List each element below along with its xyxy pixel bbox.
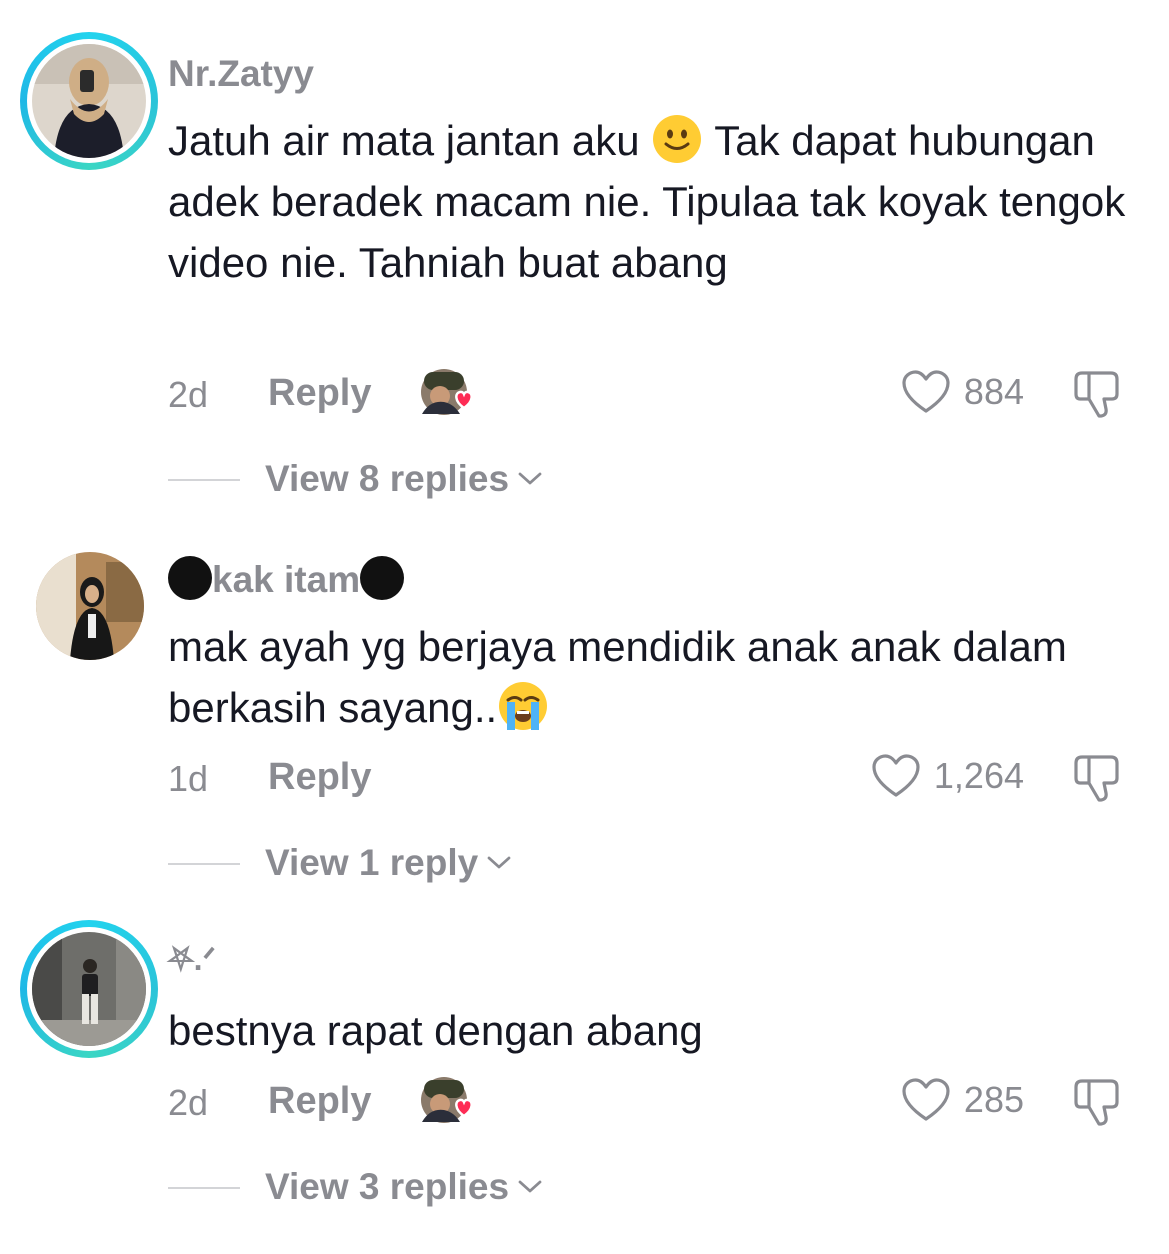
username[interactable]: kak itam [168,556,405,601]
view-replies-button[interactable]: View 1 reply [265,842,512,884]
reply-button[interactable]: Reply [268,756,371,799]
heart-icon [902,1078,950,1121]
dislike-button[interactable] [1071,1076,1123,1128]
chevron-down-icon [518,472,542,485]
view-replies-button[interactable]: View 3 replies [265,1166,543,1208]
username[interactable]: Nr.Zatyy [168,53,314,95]
heart-icon [902,370,950,413]
like-button[interactable]: 884 [902,368,1024,416]
thumbs-down-icon [1074,1079,1119,1126]
username[interactable]: ⛧.ᐟ [168,940,216,979]
reply-button[interactable]: Reply [268,1080,371,1123]
creator-liked-badge [420,1076,478,1126]
user-avatar-story-ring[interactable] [20,920,158,1058]
avatar [32,932,146,1046]
comment-item: ⛧.ᐟ bestnya rapat dengan abang 2d Reply … [0,910,1169,1254]
replies-divider [168,1187,240,1189]
like-button[interactable]: 285 [902,1076,1024,1124]
comment-time: 1d [168,758,209,799]
comment-time: 2d [168,374,209,415]
loudly-crying-face-icon [499,682,548,730]
like-button[interactable]: 1,264 [872,752,1024,800]
creator-liked-badge [420,368,478,418]
dislike-button[interactable] [1071,752,1123,804]
black-circle-icon [360,556,405,600]
chevron-down-icon [487,856,511,869]
thumbs-down-icon [1074,755,1119,802]
comment-text: bestnya rapat dengan abang [168,1007,703,1054]
dislike-button[interactable] [1071,368,1123,420]
black-circle-icon [168,556,212,600]
thumbs-down-icon [1074,371,1119,418]
comment-text: mak ayah yg berjaya mendidik anak anak d… [168,623,1067,731]
slightly-smiling-face-icon [653,115,702,163]
view-replies-button[interactable]: View 8 replies [265,458,543,500]
comment-text: Jatuh air mata jantan aku Tak dapat hubu… [168,110,1128,293]
reply-button[interactable]: Reply [268,372,371,415]
comment-item: kak itam mak ayah yg berjaya mendidik an… [0,520,1169,910]
avatar[interactable] [36,552,144,660]
replies-divider [168,863,240,865]
like-count: 1,264 [933,755,1024,796]
replies-divider [168,479,240,481]
heart-icon [872,754,920,797]
chevron-down-icon [518,1180,542,1193]
comment-time: 2d [168,1082,209,1123]
avatar [32,44,146,158]
like-count: 884 [963,371,1024,412]
like-count: 285 [963,1079,1024,1120]
user-avatar-story-ring[interactable] [20,32,158,170]
comment-item: Nr.Zatyy Jatuh air mata jantan aku Tak d… [0,0,1169,520]
